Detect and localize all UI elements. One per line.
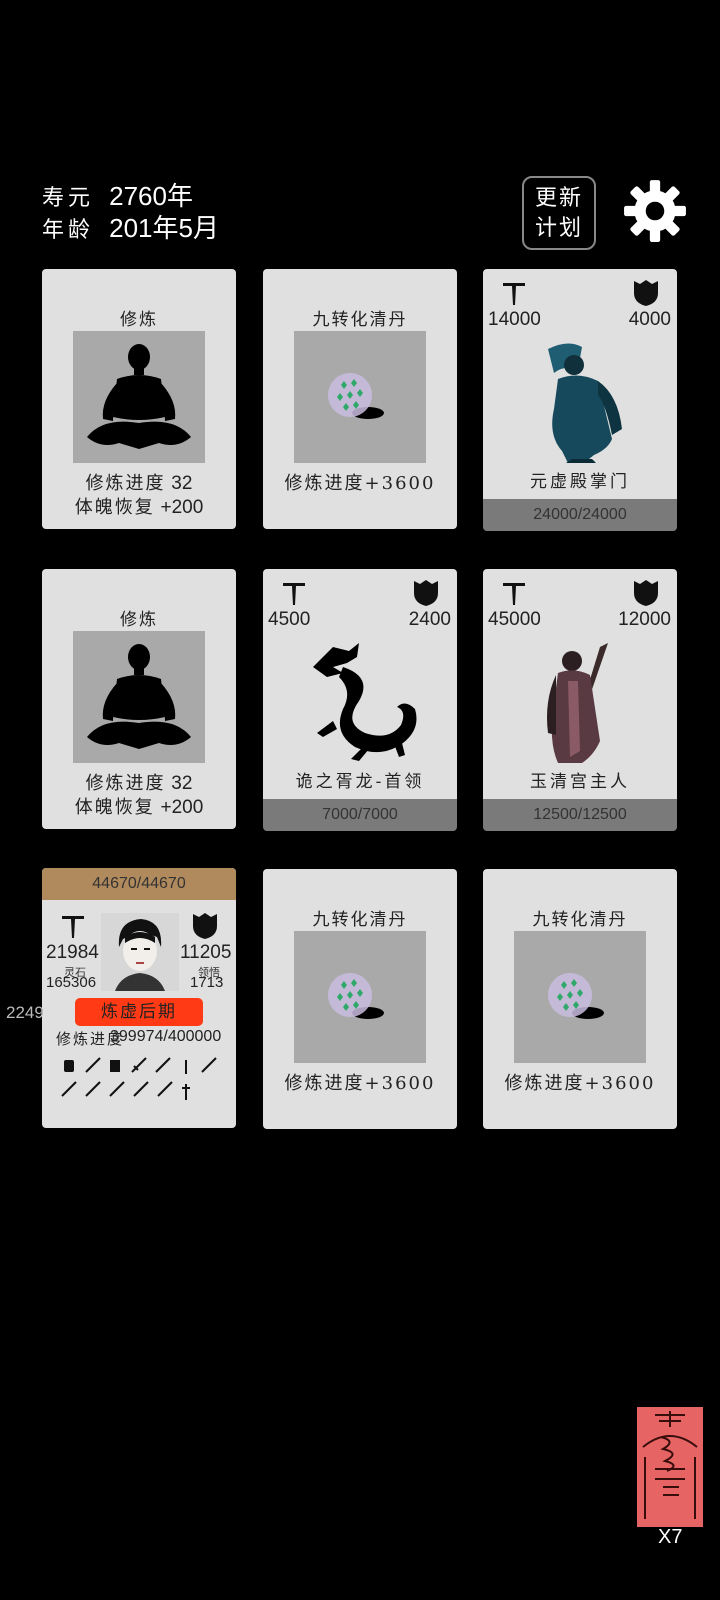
realm-badge: 炼虚后期 bbox=[75, 998, 203, 1026]
enemy-hp-bar: 24000/24000 bbox=[483, 499, 677, 531]
recover-value: +200 bbox=[160, 797, 204, 818]
cultivate-progress-line: 修炼进度 32 bbox=[42, 769, 236, 795]
enemy-card[interactable]: 14000 4000 元虚殿掌门 24000/24000 bbox=[483, 269, 677, 531]
enemy-card[interactable]: 45000 12000 玉清宫主人 12500/12500 bbox=[483, 569, 677, 831]
defense-value: 4000 bbox=[628, 309, 671, 330]
attack-value: 4500 bbox=[268, 609, 311, 630]
card-title: 九转化清丹 bbox=[312, 310, 408, 330]
card-image bbox=[514, 931, 646, 1063]
spirit-stone-value: 165306 bbox=[46, 974, 97, 991]
pill-effect: 修炼进度+3600 bbox=[504, 1073, 656, 1094]
pill-card[interactable]: 九转化清丹 修炼进度+3600 bbox=[483, 869, 677, 1129]
player-attack: 21984 bbox=[46, 942, 99, 963]
progress-label: 修炼进度 bbox=[85, 473, 166, 494]
progress-label: 修炼进度 bbox=[85, 773, 166, 794]
player-hp-bar: 44670/44670 bbox=[42, 868, 236, 900]
palace-master-portrait bbox=[547, 643, 608, 763]
sect-master-portrait bbox=[548, 343, 622, 463]
meditating-figure-icon bbox=[87, 644, 191, 749]
player-portrait bbox=[115, 919, 165, 991]
sword-icon bbox=[283, 583, 305, 605]
pill-card[interactable]: 九转化清丹 修炼进度+3600 bbox=[263, 869, 457, 1129]
enemy-name: 诡之胥龙-首领 bbox=[295, 772, 425, 792]
shield-icon bbox=[193, 913, 217, 939]
recover-line: 体魄恢复 +200 bbox=[42, 493, 236, 519]
progress-value: 399974/400000 bbox=[110, 1028, 222, 1045]
recover-line: 体魄恢复 +200 bbox=[42, 793, 236, 819]
avatar bbox=[101, 913, 179, 991]
lifespan-value: 2760年 bbox=[109, 181, 193, 211]
insight-value: 1713 bbox=[190, 974, 224, 991]
age-row: 年龄 201年5月 bbox=[42, 208, 219, 245]
player-card[interactable]: 44670/44670 21984 11205 灵石 领悟 165306 171… bbox=[42, 868, 236, 1128]
plan-button-line1: 更新 bbox=[534, 186, 583, 211]
pill-icon bbox=[328, 973, 384, 1019]
recover-label: 体魄恢复 bbox=[74, 797, 155, 818]
card-title: 修炼 bbox=[120, 310, 158, 330]
talisman-icon bbox=[642, 1411, 698, 1519]
attack-value: 45000 bbox=[488, 609, 541, 630]
cultivate-progress-line: 修炼进度 32 bbox=[42, 469, 236, 495]
sword-icon bbox=[503, 283, 525, 305]
card-image bbox=[73, 331, 205, 463]
pill-icon bbox=[548, 973, 604, 1019]
attack-value: 14000 bbox=[488, 309, 541, 330]
recover-label: 体魄恢复 bbox=[74, 497, 155, 518]
defense-value: 2400 bbox=[408, 609, 451, 630]
progress-value: 32 bbox=[171, 773, 193, 794]
shield-icon bbox=[634, 580, 658, 606]
card-title: 九转化清丹 bbox=[312, 910, 408, 930]
pill-effect: 修炼进度+3600 bbox=[284, 473, 436, 494]
talisman-count: X7 bbox=[658, 1526, 683, 1548]
player-defense: 11205 bbox=[180, 942, 232, 963]
card-image bbox=[294, 331, 426, 463]
card-image bbox=[73, 631, 205, 763]
side-value: 2249 bbox=[6, 1003, 44, 1022]
defense-value: 12000 bbox=[618, 609, 671, 630]
cultivate-card[interactable]: 修炼 修炼进度 32 体魄恢复 +200 bbox=[42, 569, 236, 829]
sword-icon bbox=[503, 583, 525, 605]
card-title: 九转化清丹 bbox=[532, 910, 628, 930]
equipment-icons bbox=[61, 1057, 217, 1100]
recover-value: +200 bbox=[160, 497, 204, 518]
enemy-name: 元虚殿掌门 bbox=[530, 472, 630, 492]
enemy-hp-bar: 7000/7000 bbox=[263, 799, 457, 831]
enemy-name: 玉清宫主人 bbox=[530, 772, 630, 792]
progress-value: 32 bbox=[171, 473, 193, 494]
card-image bbox=[294, 931, 426, 1063]
enemy-card[interactable]: 4500 2400 诡之胥龙-首领 7000/7000 bbox=[263, 569, 457, 831]
plan-button-line2: 计划 bbox=[534, 216, 583, 241]
age-label: 年龄 bbox=[42, 218, 95, 243]
talisman-item[interactable] bbox=[637, 1407, 703, 1527]
cultivate-card[interactable]: 修炼 修炼进度 32 体魄恢复 +200 bbox=[42, 269, 236, 529]
card-title: 修炼 bbox=[120, 610, 158, 630]
gear-icon[interactable] bbox=[622, 178, 688, 244]
sword-icon bbox=[62, 916, 84, 938]
update-plan-button[interactable]: 更新 计划 bbox=[522, 176, 596, 250]
shield-icon bbox=[414, 580, 438, 606]
age-value: 201年5月 bbox=[109, 213, 219, 243]
meditating-figure-icon bbox=[87, 344, 191, 449]
dragon-silhouette-icon bbox=[313, 643, 417, 761]
shield-icon bbox=[634, 280, 658, 306]
pill-icon bbox=[328, 373, 384, 419]
pill-effect: 修炼进度+3600 bbox=[284, 1073, 436, 1094]
pill-card[interactable]: 九转化清丹 修炼进度+3600 bbox=[263, 269, 457, 529]
enemy-hp-bar: 12500/12500 bbox=[483, 799, 677, 831]
